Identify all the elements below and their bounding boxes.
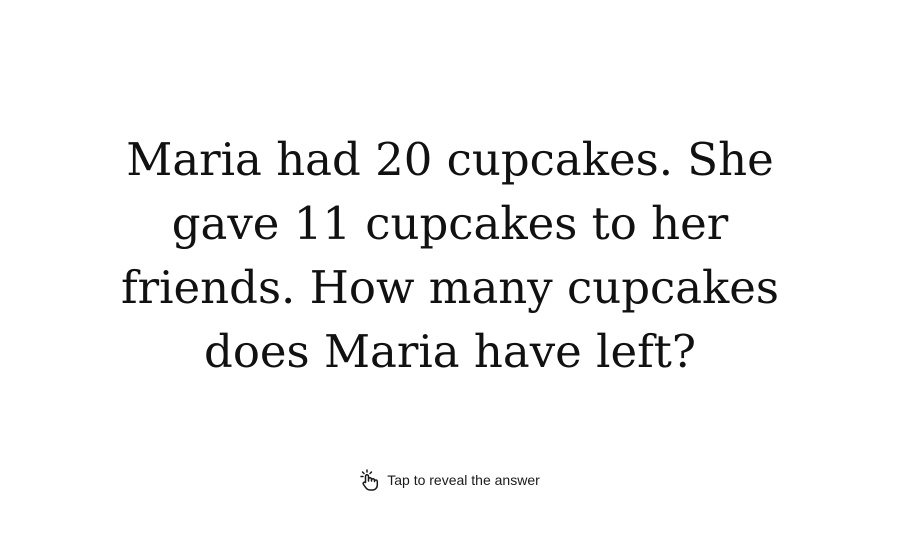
reveal-answer-label: Tap to reveal the answer (387, 472, 540, 488)
tap-hand-icon (360, 469, 380, 491)
reveal-answer-button[interactable]: Tap to reveal the answer (0, 466, 900, 494)
question-text: Maria had 20 cupcakes. She gave 11 cupca… (120, 133, 780, 378)
flashcard[interactable]: Maria had 20 cupcakes. She gave 11 cupca… (0, 0, 900, 550)
